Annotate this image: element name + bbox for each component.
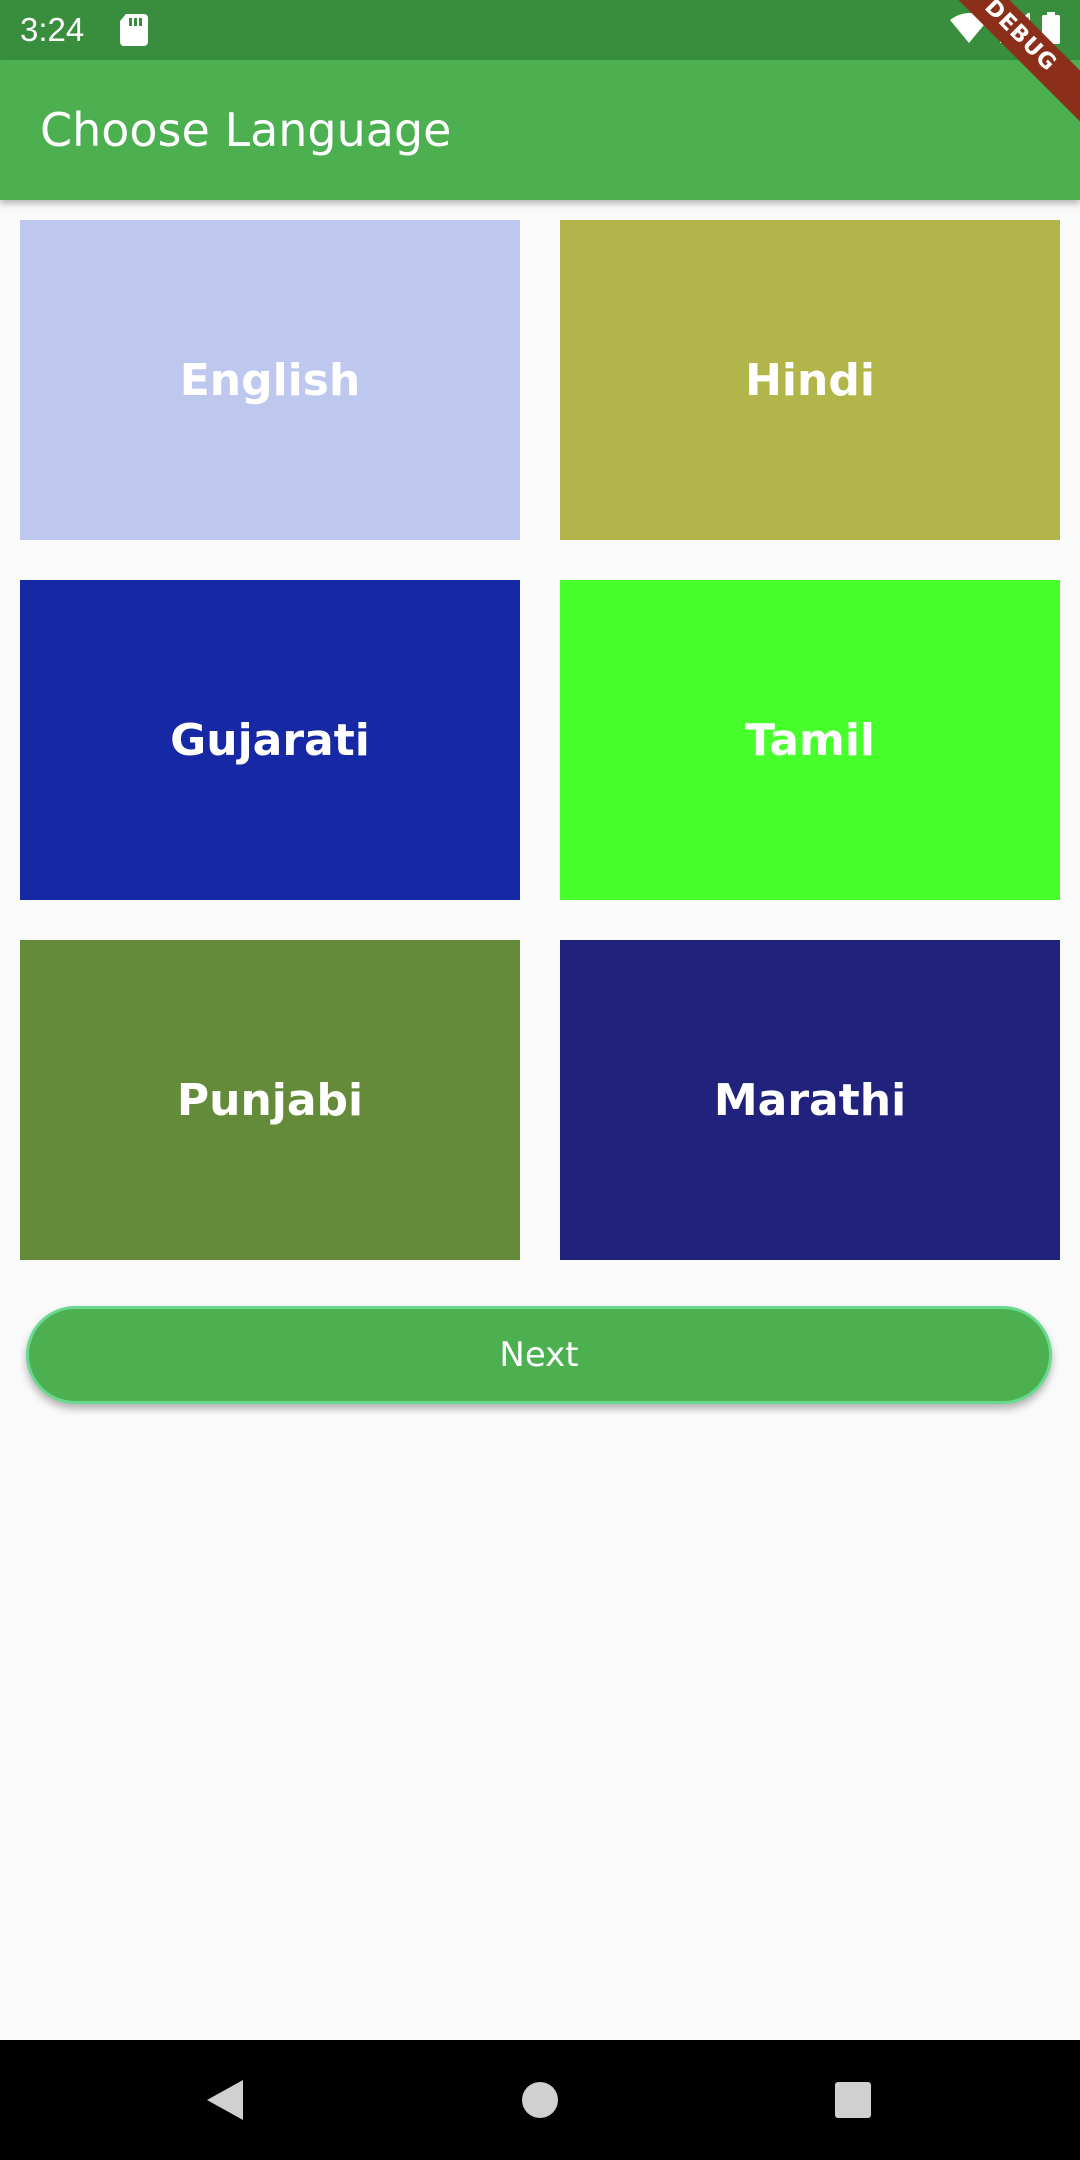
language-tile-hindi[interactable]: Hindi — [560, 220, 1060, 540]
status-bar: 3:24 — [0, 0, 1080, 60]
sd-card-icon — [120, 14, 148, 46]
language-tile-label: Tamil — [744, 714, 876, 766]
language-tile-gujarati[interactable]: Gujarati — [20, 580, 520, 900]
nav-bar — [0, 2040, 1080, 2160]
language-tile-punjabi[interactable]: Punjabi — [20, 940, 520, 1260]
next-button-label: Next — [499, 1335, 579, 1375]
recents-icon[interactable] — [834, 2081, 872, 2123]
language-tile-label: Marathi — [713, 1074, 907, 1126]
language-tile-label: English — [179, 354, 361, 406]
home-icon[interactable] — [521, 2081, 559, 2123]
page-title: Choose Language — [40, 103, 452, 157]
language-tile-english[interactable]: English — [20, 220, 520, 540]
back-icon[interactable] — [205, 2078, 245, 2126]
language-tile-marathi[interactable]: Marathi — [560, 940, 1060, 1260]
language-tile-label: Hindi — [745, 354, 875, 406]
next-button[interactable]: Next — [26, 1306, 1052, 1404]
language-tile-label: Punjabi — [176, 1074, 364, 1126]
language-tile-tamil[interactable]: Tamil — [560, 580, 1060, 900]
status-time: 3:24 — [20, 11, 85, 48]
app-bar: Choose Language — [0, 60, 1080, 200]
language-tile-label: Gujarati — [170, 714, 370, 766]
